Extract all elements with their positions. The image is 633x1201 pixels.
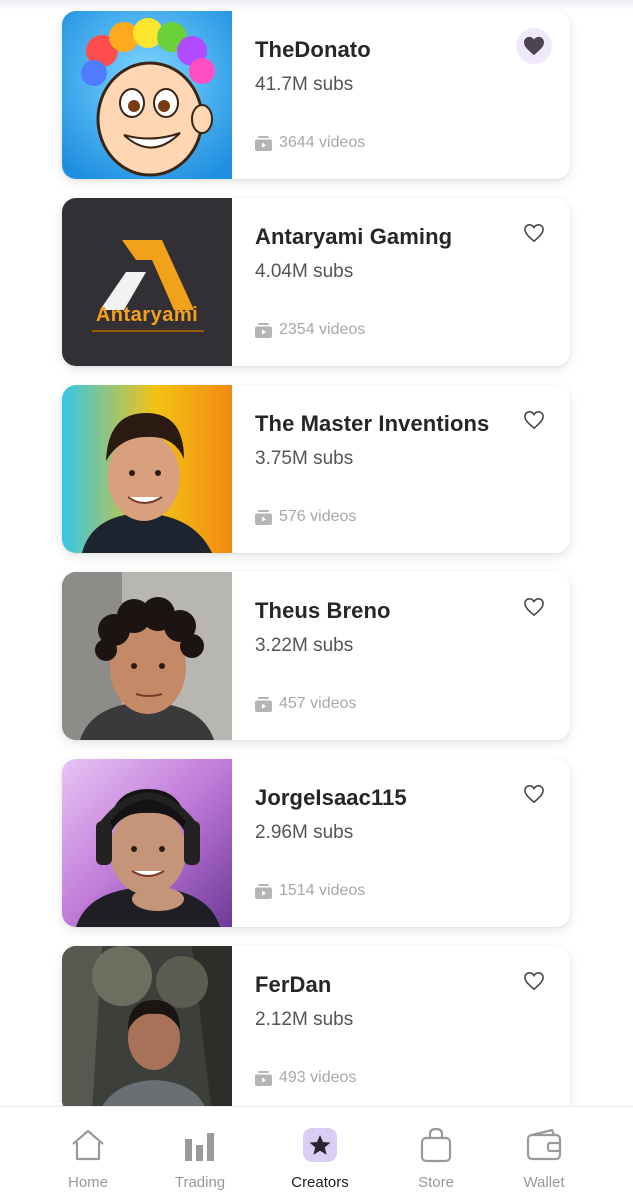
favorite-button[interactable]: [516, 963, 552, 999]
tab-creators[interactable]: Creators: [265, 1107, 375, 1201]
tab-home[interactable]: Home: [33, 1107, 143, 1201]
shopping-bag-icon: [418, 1127, 454, 1163]
video-stack-icon: [255, 1070, 272, 1086]
tab-label: Wallet: [523, 1174, 565, 1191]
video-count-label: 493 videos: [279, 1069, 357, 1086]
tab-wallet[interactable]: Wallet: [489, 1107, 599, 1201]
home-icon: [70, 1127, 106, 1163]
heart-outline-icon: [524, 411, 544, 430]
creator-name: TheDonato: [255, 37, 371, 62]
creator-thumbnail[interactable]: [62, 572, 232, 740]
creator-name: Antaryami Gaming: [255, 224, 453, 249]
video-stack-icon: [255, 509, 272, 525]
tab-store[interactable]: Store: [381, 1107, 491, 1201]
creator-card[interactable]: Antaryami Antaryami Gaming 4.04M subs 23…: [62, 198, 570, 366]
creator-subscribers: 2.12M subs: [255, 1009, 354, 1030]
favorite-button[interactable]: [516, 215, 552, 251]
creator-thumbnail[interactable]: Antaryami: [62, 198, 232, 366]
creator-photo: [62, 572, 232, 740]
creator-photo: [62, 946, 232, 1106]
heart-outline-icon: [524, 598, 544, 617]
creator-video-count: 457 videos: [255, 695, 356, 713]
creator-video-count: 3644 videos: [255, 134, 365, 152]
creator-name: JorgeIsaac115: [255, 785, 407, 810]
creator-name: FerDan: [255, 972, 332, 997]
creator-thumbnail[interactable]: [62, 759, 232, 927]
star-icon: [302, 1127, 338, 1163]
favorite-button[interactable]: [516, 776, 552, 812]
bottom-tab-bar: Home Trading Creators Store Wallet: [0, 1106, 633, 1201]
creator-subscribers: 3.22M subs: [255, 635, 354, 656]
creator-name: Theus Breno: [255, 598, 391, 623]
creator-subscribers: 41.7M subs: [255, 74, 354, 95]
creator-thumbnail[interactable]: [62, 11, 232, 179]
creator-card[interactable]: TheDonato 41.7M subs 3644 videos: [62, 11, 570, 179]
video-count-label: 1514 videos: [279, 882, 366, 899]
creator-thumbnail[interactable]: [62, 946, 232, 1106]
video-count-label: 3644 videos: [279, 134, 366, 151]
favorite-button[interactable]: [516, 28, 552, 64]
creator-list[interactable]: TheDonato 41.7M subs 3644 videos Antarya…: [0, 0, 633, 1106]
top-fade: [0, 0, 633, 10]
creator-name: The Master Inventions: [255, 411, 490, 436]
creator-card[interactable]: JorgeIsaac115 2.96M subs 1514 videos: [62, 759, 570, 927]
cartoon-avatar-image: [62, 11, 232, 179]
creator-card[interactable]: Theus Breno 3.22M subs 457 videos: [62, 572, 570, 740]
creator-subscribers: 3.75M subs: [255, 448, 354, 469]
favorite-button[interactable]: [516, 589, 552, 625]
wallet-icon: [526, 1127, 562, 1163]
heart-outline-icon: [524, 785, 544, 804]
logo-text: Antaryami: [95, 304, 199, 326]
creator-card[interactable]: The Master Inventions 3.75M subs 576 vid…: [62, 385, 570, 553]
creator-card[interactable]: FerDan 2.12M subs 493 videos: [62, 946, 570, 1106]
bar-chart-icon: [182, 1127, 218, 1163]
video-count-label: 457 videos: [279, 695, 357, 712]
video-stack-icon: [255, 883, 272, 899]
video-count-label: 576 videos: [279, 508, 357, 525]
creator-photo: [62, 385, 232, 553]
tab-label: Trading: [174, 1174, 226, 1191]
creator-subscribers: 2.96M subs: [255, 822, 354, 843]
video-count-label: 2354 videos: [279, 321, 366, 338]
creator-video-count: 493 videos: [255, 1069, 356, 1087]
video-stack-icon: [255, 696, 272, 712]
heart-outline-icon: [524, 224, 544, 243]
tab-trading[interactable]: Trading: [145, 1107, 255, 1201]
creator-photo: [62, 759, 232, 927]
creator-subscribers: 4.04M subs: [255, 261, 354, 282]
favorite-button[interactable]: [516, 402, 552, 438]
tab-label: Store: [418, 1174, 454, 1191]
creator-video-count: 2354 videos: [255, 321, 365, 339]
tab-label: Creators: [291, 1174, 349, 1191]
creator-video-count: 576 videos: [255, 508, 356, 526]
video-stack-icon: [255, 135, 272, 151]
video-stack-icon: [255, 322, 272, 338]
creator-video-count: 1514 videos: [255, 882, 365, 900]
heart-outline-icon: [524, 972, 544, 991]
antaryami-logo-image: [62, 198, 232, 366]
tab-label: Home: [67, 1174, 108, 1191]
heart-filled-icon: [524, 36, 544, 56]
creator-thumbnail[interactable]: [62, 385, 232, 553]
